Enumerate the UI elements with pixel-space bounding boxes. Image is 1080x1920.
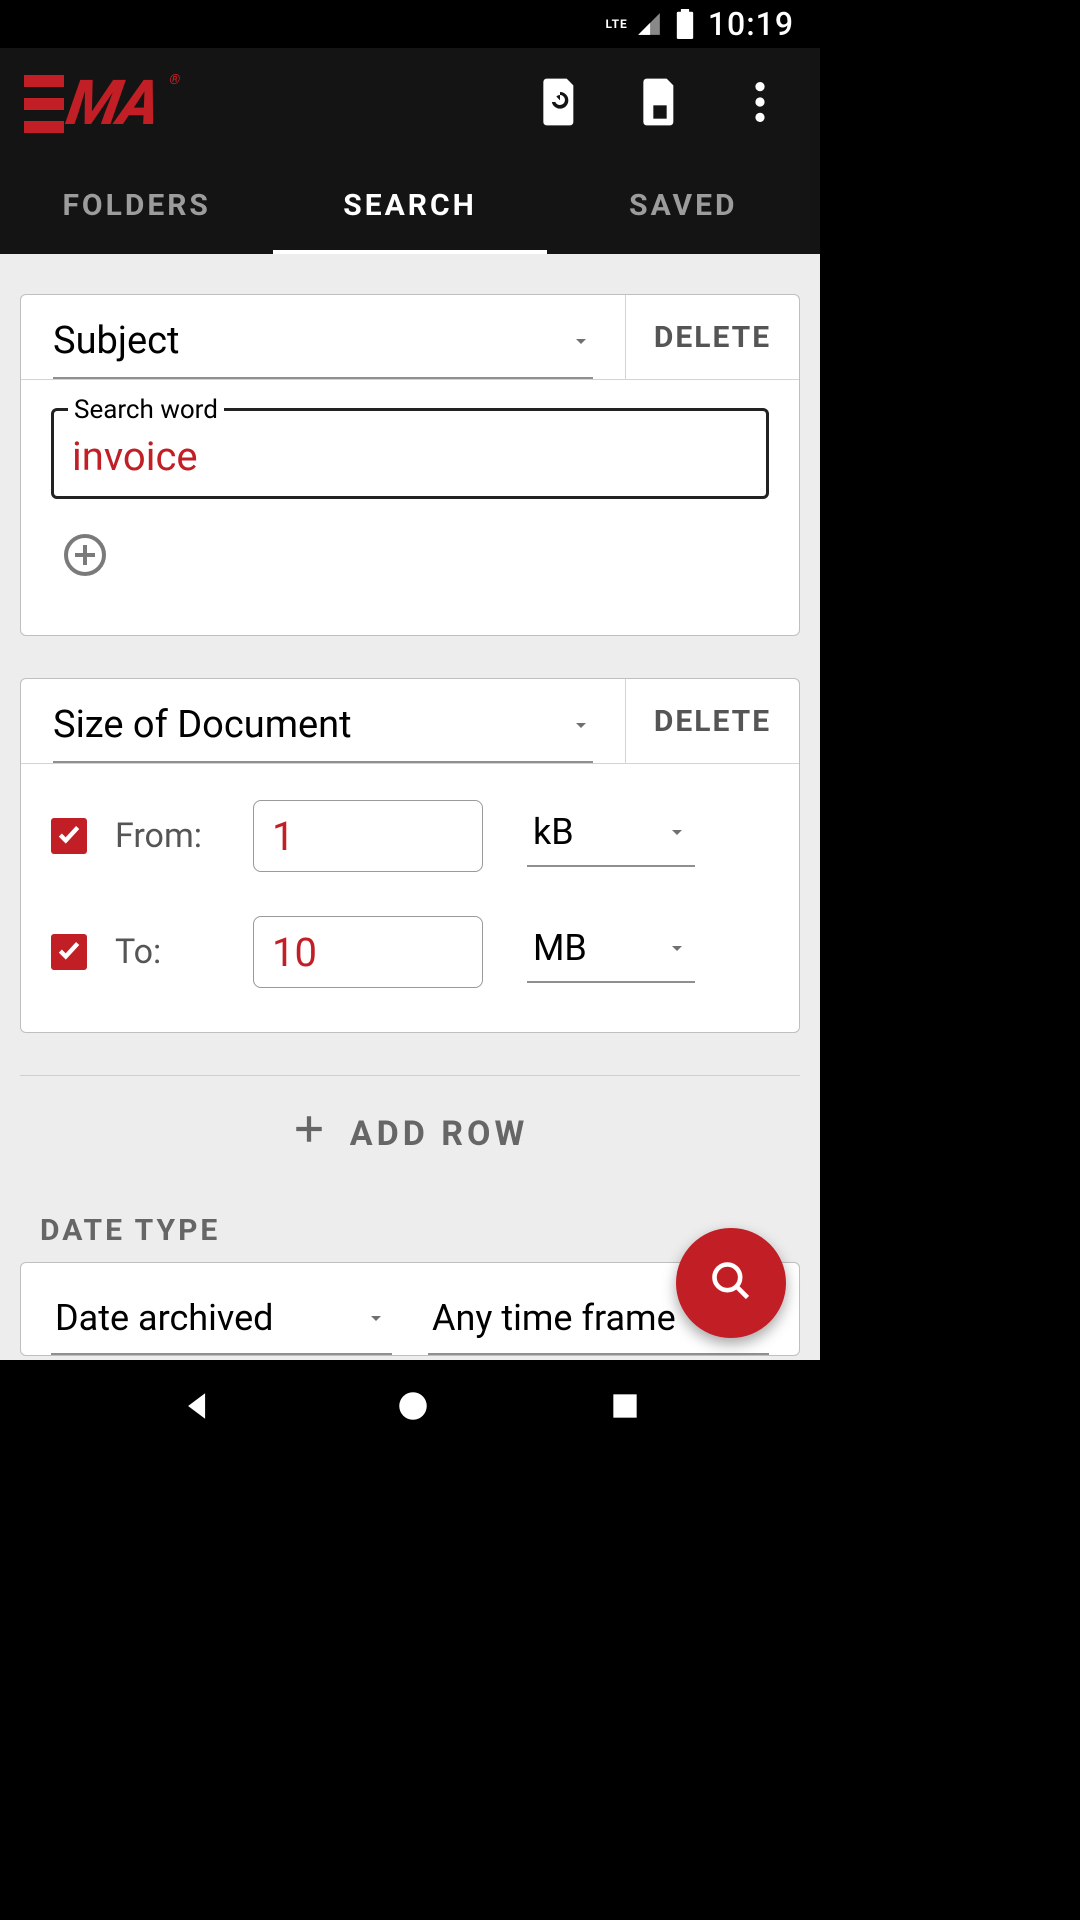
date-range-value: Any time frame [432, 1297, 676, 1339]
delete-criteria-button[interactable]: DELETE [625, 295, 799, 379]
size-from-row: From: 1 kB [51, 800, 769, 872]
plus-circle-icon [63, 562, 107, 581]
status-bar: LTE 10:19 [0, 0, 820, 48]
criteria-size-card: Size of Document DELETE From: 1 kB [20, 678, 800, 1033]
search-word-label: Search word [68, 395, 224, 425]
delete-criteria-button[interactable]: DELETE [625, 679, 799, 763]
plus-icon [292, 1112, 326, 1155]
clock: 10:19 [708, 5, 794, 43]
tab-folders[interactable]: FOLDERS [0, 160, 273, 254]
date-section-title: DATE TYPE [40, 1213, 800, 1248]
from-value-input[interactable]: 1 [253, 800, 483, 872]
restore-button[interactable] [524, 68, 596, 140]
search-icon [709, 1259, 753, 1307]
chevron-down-icon [569, 319, 593, 363]
from-unit-select[interactable]: kB [527, 805, 695, 867]
overflow-button[interactable] [724, 68, 796, 140]
save-icon [640, 78, 680, 130]
nav-home-button[interactable] [398, 1391, 428, 1425]
add-row-button[interactable]: ADD ROW [20, 1112, 800, 1191]
tab-saved[interactable]: SAVED [547, 160, 820, 254]
check-icon [56, 821, 82, 851]
logo-bars-icon [24, 75, 64, 133]
battery-icon [676, 9, 694, 39]
chevron-down-icon [569, 703, 593, 747]
check-icon [56, 937, 82, 967]
app-bar: MA® [0, 48, 820, 160]
date-type-value: Date archived [55, 1297, 273, 1339]
app-logo: MA® [24, 73, 158, 135]
signal-icon [636, 11, 662, 37]
search-fab[interactable] [676, 1228, 786, 1338]
to-value-input[interactable]: 10 [253, 916, 483, 988]
to-unit-value: MB [533, 927, 587, 969]
to-unit-select[interactable]: MB [527, 921, 695, 983]
search-word-input[interactable]: Search word invoice [51, 408, 769, 499]
date-type-select[interactable]: Date archived [51, 1289, 392, 1355]
tab-search[interactable]: SEARCH [273, 160, 546, 254]
criteria-subject-card: Subject DELETE Search word invoice [20, 294, 800, 636]
size-to-row: To: 10 MB [51, 916, 769, 988]
system-nav-bar [0, 1360, 820, 1456]
chevron-down-icon [665, 811, 689, 853]
to-checkbox[interactable] [51, 934, 87, 970]
search-form: Subject DELETE Search word invoice [0, 254, 820, 1360]
chevron-down-icon [364, 1297, 388, 1339]
divider [20, 1075, 800, 1076]
add-term-button[interactable] [63, 533, 769, 581]
logo-text: MA® [63, 73, 164, 135]
from-label: From: [115, 816, 225, 856]
criteria-field-select[interactable]: Size of Document [53, 697, 593, 763]
more-vert-icon [755, 82, 765, 126]
tab-bar: FOLDERS SEARCH SAVED [0, 160, 820, 254]
to-label: To: [115, 932, 225, 972]
search-word-value: invoice [72, 433, 748, 480]
network-label: LTE [605, 17, 627, 31]
chevron-down-icon [665, 927, 689, 969]
add-row-label: ADD ROW [350, 1114, 528, 1154]
from-checkbox[interactable] [51, 818, 87, 854]
criteria-field-select[interactable]: Subject [53, 313, 593, 379]
nav-recent-button[interactable] [611, 1392, 639, 1424]
restore-icon [540, 78, 580, 130]
from-unit-value: kB [533, 811, 574, 853]
criteria-field-value: Subject [53, 319, 179, 363]
save-button[interactable] [624, 68, 696, 140]
nav-back-button[interactable] [181, 1389, 215, 1427]
criteria-field-value: Size of Document [53, 703, 352, 747]
